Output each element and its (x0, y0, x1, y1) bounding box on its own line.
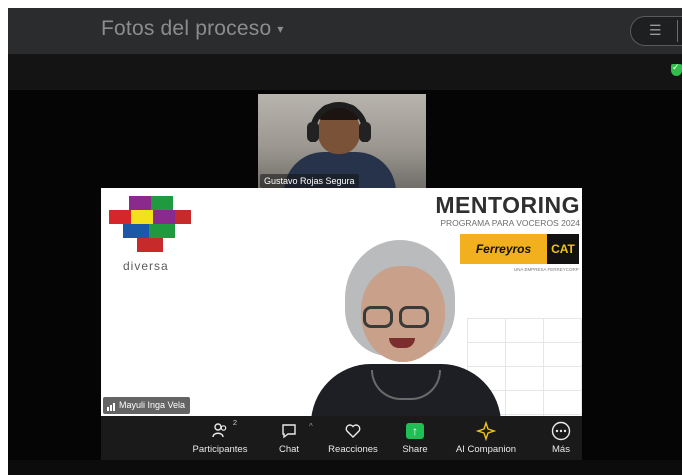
slide-subtitle: PROGRAMA PARA VOCEROS 2024 (440, 218, 580, 228)
participants-count: 2 (232, 418, 237, 427)
chat-icon[interactable] (280, 420, 298, 442)
chevron-down-icon[interactable]: ▾ (277, 22, 283, 36)
reactions-label: Reacciones (328, 444, 378, 455)
diversa-logo (109, 196, 191, 256)
participant-name-tag: Mayuli Inga Vela (103, 397, 191, 414)
logo-block (149, 224, 175, 238)
participant-video-top[interactable]: Gustavo Rojas Segura (258, 94, 426, 190)
logo-block (131, 210, 153, 224)
chat-button[interactable]: Chat (271, 416, 307, 460)
cat-logo: CAT (547, 234, 579, 264)
meeting-toolbar: 2 Participantes Chat ^ Reacciones ↑ Shar… (101, 416, 582, 460)
headset-earcup-left (307, 122, 319, 142)
logo-block (153, 210, 175, 224)
logo-block (129, 196, 151, 210)
glasses-icon (363, 306, 393, 328)
glasses-icon (399, 306, 429, 328)
logo-block (151, 196, 173, 210)
doc-title[interactable]: Fotos del proceso ▾ (101, 17, 284, 41)
participant-name: Mayuli Inga Vela (119, 400, 186, 410)
meeting-window: Fotos del proceso ▾ ☰ Gustavo Rojas Segur… (8, 8, 682, 475)
doc-title-text: Fotos del proceso (101, 17, 272, 40)
bottom-band (8, 460, 682, 475)
main-participant-video[interactable]: diversa MENTORING PROGRAMA PARA VOCEROS … (101, 188, 582, 416)
headset-earcup-right (359, 122, 371, 142)
share-label: Share (402, 444, 428, 455)
ai-companion-label: AI Companion (455, 444, 517, 455)
share-screen-icon[interactable]: ↑ (406, 420, 424, 442)
pill-divider (677, 20, 678, 42)
more-button[interactable]: Más (547, 416, 575, 460)
reactions-button[interactable]: Reacciones (325, 416, 381, 460)
logo-text: diversa (123, 259, 169, 273)
participant-name-tag: Gustavo Rojas Segura (260, 174, 359, 188)
logo-block (109, 210, 131, 224)
ai-companion-button[interactable]: AI Companion (453, 416, 519, 460)
participants-icon[interactable]: 2 (211, 418, 237, 442)
ferreycorp-caption: UNA EMPRESA FERREYCORP (514, 267, 579, 272)
share-button[interactable]: ↑ Share (399, 416, 431, 460)
menu-icon[interactable]: ☰ (649, 22, 662, 39)
chat-label: Chat (278, 444, 300, 455)
background-doc-bar: Fotos del proceso ▾ ☰ (8, 8, 682, 54)
ferreyros-logo: Ferreyros (460, 234, 547, 264)
more-icon[interactable] (551, 420, 571, 442)
doc-menu-pill[interactable]: ☰ (630, 16, 682, 46)
shield-icon[interactable] (671, 62, 682, 76)
logo-block (123, 224, 149, 238)
sparkle-icon[interactable] (476, 420, 496, 442)
meeting-top-strip (8, 54, 682, 90)
signal-icon (107, 401, 116, 411)
more-label: Más (552, 444, 570, 455)
heart-icon[interactable] (344, 420, 362, 442)
logo-block (137, 238, 163, 252)
slide-title: MENTORING (435, 192, 580, 218)
chevron-up-icon[interactable]: ^ (309, 422, 313, 431)
logo-block (175, 210, 191, 224)
participants-button[interactable]: 2 Participantes (183, 416, 257, 460)
participants-label: Participantes (192, 444, 248, 455)
share-arrow-icon: ↑ (406, 423, 424, 439)
